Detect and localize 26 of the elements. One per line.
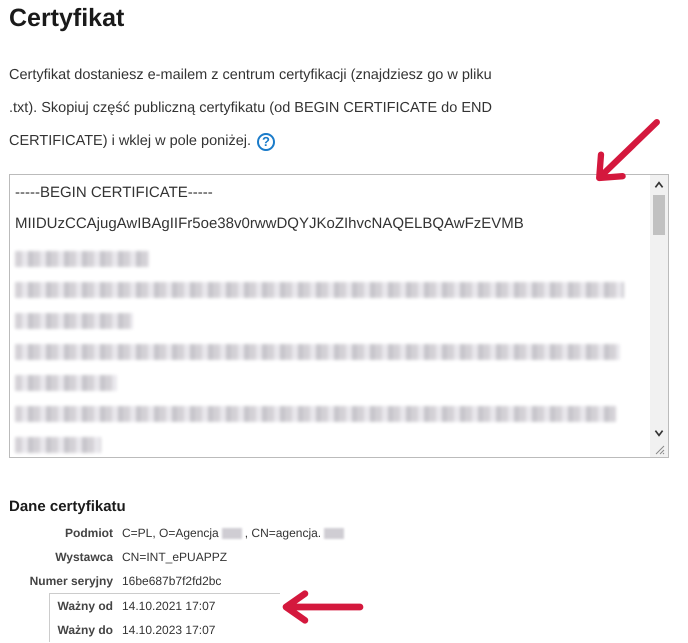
certificate-line: -----BEGIN CERTIFICATE----- bbox=[15, 183, 214, 203]
section-heading: Dane certyfikatu bbox=[9, 498, 127, 515]
instructions-text: Certyfikat dostaniesz e-mailem z centrum certyfikacji (znajdziesz go w pliku bbox=[9, 66, 492, 85]
field-value: 16be687b7f2fd2bc bbox=[122, 574, 222, 588]
redacted-text bbox=[222, 528, 242, 538]
instructions-text: CERTIFICATE) i wklej w pole poniżej. bbox=[9, 132, 252, 151]
field-label: Wystawca bbox=[54, 550, 114, 564]
field-label: Podmiot bbox=[64, 526, 114, 540]
certificate-line: MIIDUzCCAjugAwIBAgIIFr5oe38v0rwwDQYJKoZIhvcNAQELBQAwFzEVMB bbox=[15, 214, 525, 234]
field-value: , CN=agencja. bbox=[244, 526, 322, 540]
certificate-field[interactable]: -----BEGIN CERTIFICATE----- MIIDUzCCAjugAwIBAgIIFr5oe38v0rwwDQYJKoZIhvcNAQELBQAwFzEVMB bbox=[9, 174, 669, 458]
resize-grip-icon[interactable] bbox=[653, 443, 665, 455]
field-label: Numer seryjny bbox=[28, 574, 114, 588]
field-label: Ważny do bbox=[56, 623, 114, 637]
scrollbar[interactable] bbox=[650, 175, 668, 457]
instructions-text: .txt). Skopiuj część publiczną certyfikatu (od BEGIN CERTIFICATE do END bbox=[9, 99, 492, 118]
help-icon[interactable]: ? bbox=[257, 132, 276, 150]
field-value: CN=INT_ePUAPPZ bbox=[122, 550, 228, 564]
field-value: 14.10.2023 17:07 bbox=[122, 623, 216, 637]
field-value: C=PL, O=Agencja bbox=[122, 526, 219, 540]
field-value: 14.10.2021 17:07 bbox=[122, 599, 216, 613]
scrollbar-thumb[interactable] bbox=[653, 195, 665, 235]
redacted-text bbox=[324, 528, 344, 538]
field-label: Ważny od bbox=[56, 599, 114, 613]
page-title: Certyfikat bbox=[9, 3, 126, 33]
arrow-icon bbox=[280, 588, 366, 626]
